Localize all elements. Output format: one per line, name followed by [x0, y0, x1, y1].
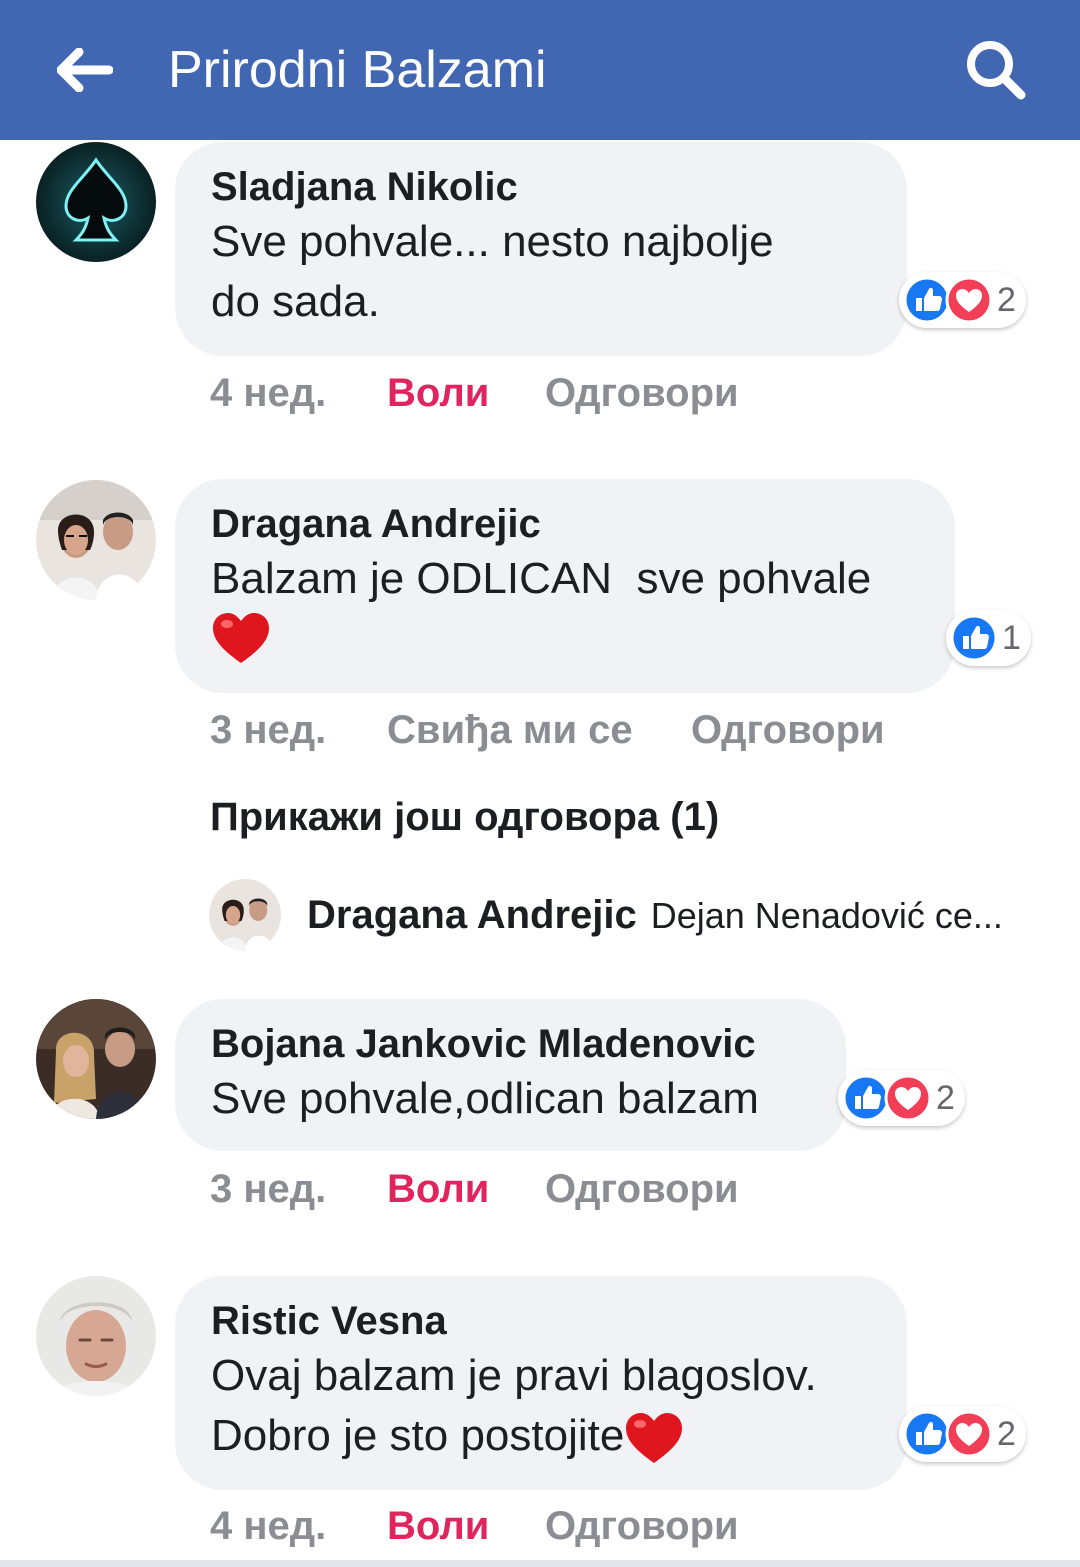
comment-timestamp: 3 нед.: [210, 1167, 327, 1211]
reaction-count: 2: [997, 1414, 1016, 1453]
arrow-left-icon: [57, 48, 113, 92]
like-reaction-icon: [903, 276, 951, 324]
comment-timestamp: 4 нед.: [210, 1504, 327, 1548]
comment-bubble: Dragana Andrejic Balzam je ODLICAN sve p…: [175, 479, 955, 693]
comment-author[interactable]: Bojana Jankovic Mladenovic: [211, 1019, 810, 1069]
heart-emoji-icon: [211, 611, 271, 665]
couple-avatar-image: [36, 480, 156, 600]
search-button[interactable]: [958, 34, 1034, 106]
reaction-summary[interactable]: 2: [838, 1070, 965, 1126]
reply-button[interactable]: Одговори: [545, 1501, 739, 1551]
couple-avatar-image: [36, 999, 156, 1119]
comment-text-line: Dobro je sto postojite: [211, 1411, 625, 1460]
comment-author[interactable]: Sladjana Nikolic: [211, 162, 871, 212]
love-reaction-icon: [884, 1074, 932, 1122]
reaction-summary[interactable]: 1: [946, 610, 1031, 666]
avatar[interactable]: [36, 480, 156, 600]
couple-avatar-image: [209, 879, 281, 951]
avatar[interactable]: [36, 142, 156, 262]
comment-text-line: Sve pohvale,odlican balzam: [211, 1074, 759, 1123]
like-reaction-icon: [950, 614, 998, 662]
reply-button[interactable]: Одговори: [545, 368, 739, 418]
top-app-bar: Prirodni Balzami: [0, 0, 1080, 140]
search-icon: [967, 41, 1026, 100]
like-button[interactable]: Воли: [387, 1164, 489, 1214]
comment-text-line: do sada.: [211, 277, 380, 326]
reply-button[interactable]: Одговори: [545, 1164, 739, 1214]
comment-timestamp: 3 нед.: [210, 708, 327, 752]
heart-emoji-icon: [624, 1411, 684, 1465]
reply-avatar[interactable]: [209, 879, 281, 951]
like-reaction-icon: [842, 1074, 890, 1122]
comment-text-row: Dobro je sto postojite: [211, 1406, 871, 1466]
comment-author[interactable]: Ristic Vesna: [211, 1296, 871, 1346]
avatar[interactable]: [36, 1276, 156, 1396]
reaction-summary[interactable]: 2: [899, 1406, 1026, 1462]
comment-text-line: Sve pohvale... nesto najbolje: [211, 217, 774, 266]
reply-author: Dragana Andrejic: [307, 893, 637, 937]
reply-preview[interactable]: Dragana Andrejic Dejan Nenadović ce...: [307, 890, 1003, 949]
divider: [0, 1560, 1080, 1567]
comment-bubble: Ristic Vesna Ovaj balzam je pravi blagos…: [175, 1276, 907, 1490]
love-reaction-icon: [945, 1410, 993, 1458]
reaction-summary[interactable]: 2: [899, 272, 1026, 328]
comment-text-line: Ovaj balzam je pravi blagoslov.: [211, 1351, 817, 1400]
woman-avatar-image: [36, 1276, 156, 1396]
view-more-replies-link[interactable]: Прикажи још одговора (1): [210, 792, 719, 842]
reaction-count: 2: [936, 1078, 955, 1117]
like-button[interactable]: Свиђа ми се: [387, 705, 633, 755]
reply-button[interactable]: Одговори: [691, 705, 885, 755]
comment-timestamp: 4 нед.: [210, 371, 327, 415]
page-title: Prirodni Balzami: [168, 41, 547, 99]
back-button[interactable]: [50, 40, 120, 100]
comment-author[interactable]: Dragana Andrejic: [211, 499, 919, 549]
like-reaction-icon: [903, 1410, 951, 1458]
comment-bubble: Sladjana Nikolic Sve pohvale... nesto na…: [175, 142, 907, 356]
reaction-count: 1: [1002, 618, 1021, 657]
avatar[interactable]: [36, 999, 156, 1119]
reply-text: Dejan Nenadović ce...: [650, 895, 1003, 936]
like-button[interactable]: Воли: [387, 368, 489, 418]
comment-bubble: Bojana Jankovic Mladenovic Sve pohvale,o…: [175, 999, 846, 1151]
spade-avatar-image: [36, 142, 156, 262]
like-button[interactable]: Воли: [387, 1501, 489, 1551]
comment-text-line: Balzam je ODLICAN sve pohvale: [211, 554, 872, 603]
love-reaction-icon: [945, 276, 993, 324]
reaction-count: 2: [997, 280, 1016, 319]
comment-emoji-line: [211, 609, 919, 669]
